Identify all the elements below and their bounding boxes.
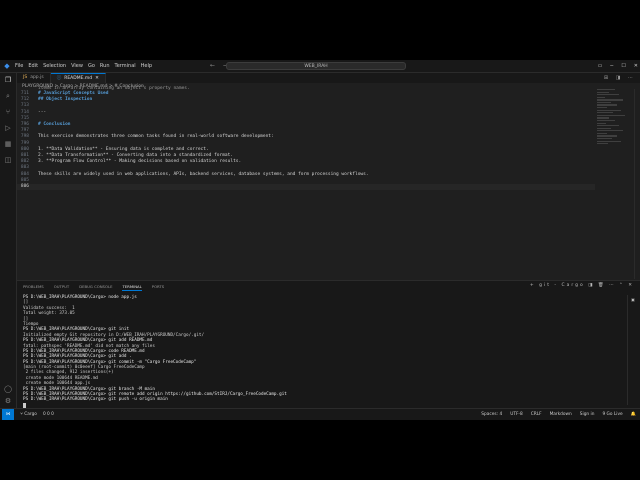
minimize-icon[interactable]: ─ xyxy=(610,60,613,72)
window-controls: ▭ ─ ☐ ✕ xyxy=(598,60,638,72)
status-right: Spaces: 4 UTF-8 CRLF Markdown Sign in 9 … xyxy=(481,409,636,420)
menu-terminal[interactable]: Terminal xyxy=(115,63,136,69)
status-bar: ⋈ ⑂ Cargo 0 0 0 Spaces: 4 UTF-8 CRLF Mar… xyxy=(0,408,640,420)
tab-ports[interactable]: PORTS xyxy=(152,284,164,291)
menu-view[interactable]: View xyxy=(71,63,83,69)
split-terminal-icon[interactable]: ◨ xyxy=(588,283,594,288)
encoding-indicator[interactable]: UTF-8 xyxy=(510,409,523,420)
tab-app-js[interactable]: JS app.js xyxy=(17,73,51,83)
panel-tabs: PROBLEMS OUTPUT DEBUG CONSOLE TERMINAL P… xyxy=(23,284,164,291)
menu-run[interactable]: Run xyxy=(100,63,110,69)
language-mode[interactable]: Markdown xyxy=(550,409,572,420)
split-editor-icon[interactable]: ◨ xyxy=(616,75,624,81)
account-icon[interactable]: ◯ xyxy=(3,385,13,393)
tab-debug-console[interactable]: DEBUG CONSOLE xyxy=(79,284,112,291)
maximize-panel-icon[interactable]: ⌃ xyxy=(619,283,625,288)
problems-indicator[interactable]: 0 0 0 xyxy=(43,409,54,420)
shell-label[interactable]: git - Cargo xyxy=(539,283,585,288)
code-editor[interactable]: items in an array containing an object's… xyxy=(17,86,595,280)
new-terminal-icon[interactable]: + xyxy=(530,283,536,288)
menu-edit[interactable]: Edit xyxy=(28,63,38,69)
run-debug-icon[interactable]: ▷ xyxy=(3,123,13,133)
settings-gear-icon[interactable]: ⚙ xyxy=(3,397,13,405)
menu-bar: File Edit Selection View Go Run Terminal… xyxy=(15,63,152,69)
remote-explorer-icon[interactable]: ◫ xyxy=(3,155,13,165)
more-actions-icon[interactable]: ⋯ xyxy=(609,283,616,288)
menu-help[interactable]: Help xyxy=(141,63,152,69)
close-tab-icon[interactable]: ✕ xyxy=(95,74,99,84)
tab-readme-md[interactable]: ⓘ README.md ✕ xyxy=(50,73,106,84)
title-bar: ◆ File Edit Selection View Go Run Termin… xyxy=(0,60,640,73)
layout-icon[interactable]: ▭ xyxy=(598,60,603,72)
maximize-icon[interactable]: ☐ xyxy=(621,60,625,72)
bottom-panel: PROBLEMS OUTPUT DEBUG CONSOLE TERMINAL P… xyxy=(17,280,640,409)
close-panel-icon[interactable]: ✕ xyxy=(628,283,634,288)
terminal-instance-icon[interactable]: ▣ xyxy=(628,297,638,302)
tab-terminal[interactable]: TERMINAL xyxy=(122,284,142,291)
menu-file[interactable]: File xyxy=(15,63,23,69)
status-left: ⋈ ⑂ Cargo 0 0 0 xyxy=(2,409,54,420)
more-actions-icon[interactable]: ⋯ xyxy=(628,75,636,81)
tab-label: app.js xyxy=(30,75,44,80)
tab-label: README.md xyxy=(64,75,93,81)
terminal-output[interactable]: PS D:\WEB_IRAH\PLAYGROUND\Cargo> node ap… xyxy=(23,295,623,408)
branch-indicator[interactable]: ⑂ Cargo xyxy=(20,409,37,420)
panel-controls: + git - Cargo ◨ 🗑 ⋯ ⌃ ✕ xyxy=(530,283,634,288)
indentation-indicator[interactable]: Spaces: 4 xyxy=(481,409,502,420)
source-control-icon[interactable]: ⑂ xyxy=(3,107,13,117)
eol-indicator[interactable]: CRLF xyxy=(531,409,542,420)
editor-actions: ⊞ ◨ ⋯ xyxy=(604,73,636,83)
minimap[interactable] xyxy=(597,89,633,169)
close-icon[interactable]: ✕ xyxy=(634,60,638,72)
tab-output[interactable]: OUTPUT xyxy=(54,284,69,291)
activity-bar: ❐ ⌕ ⑂ ▷ ▦ ◫ ◯ ⚙ xyxy=(0,73,17,408)
sign-in-indicator[interactable]: Sign in xyxy=(580,409,595,420)
vscode-window: ◆ File Edit Selection View Go Run Termin… xyxy=(0,60,640,420)
command-center-search[interactable]: WEB_IRAH xyxy=(226,62,406,70)
extensions-icon[interactable]: ▦ xyxy=(3,139,13,149)
menu-go[interactable]: Go xyxy=(88,63,95,69)
branch-name: Cargo xyxy=(24,412,37,417)
explorer-icon[interactable]: ❐ xyxy=(3,75,13,85)
search-icon[interactable]: ⌕ xyxy=(3,91,13,101)
go-live-button[interactable]: 9 Go Live xyxy=(602,409,622,420)
markdown-file-icon: ⓘ xyxy=(56,75,62,81)
notifications-bell-icon[interactable]: 🔔 xyxy=(631,409,636,420)
kill-terminal-icon[interactable]: 🗑 xyxy=(598,283,606,288)
remote-indicator-icon[interactable]: ⋈ xyxy=(2,409,15,420)
js-file-icon: JS xyxy=(23,75,28,80)
terminal-list: ▣ xyxy=(627,295,638,405)
editor-tabs: JS app.js ⓘ README.md ✕ ⊞ ◨ ⋯ xyxy=(17,73,640,83)
vscode-logo-icon: ◆ xyxy=(4,62,10,70)
editor-scrollbar[interactable] xyxy=(634,89,640,279)
menu-selection[interactable]: Selection xyxy=(43,63,66,69)
tab-problems[interactable]: PROBLEMS xyxy=(23,284,44,291)
open-preview-icon[interactable]: ⊞ xyxy=(604,75,611,81)
editor-line-current: 806 xyxy=(17,184,595,191)
